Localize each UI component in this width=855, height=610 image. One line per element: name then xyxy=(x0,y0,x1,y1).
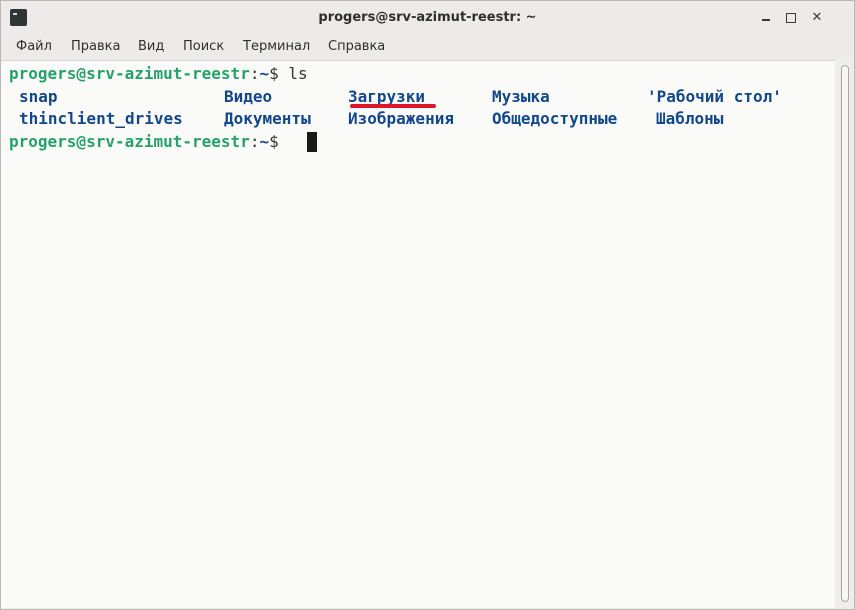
dir-entry: Изображения xyxy=(348,109,454,128)
dir-entry: Шаблоны xyxy=(656,109,724,128)
terminal-output[interactable]: progers@srv-azimut-reestr:~$ ls snap Вид… xyxy=(1,60,835,608)
prompt-user: progers@srv-azimut-reestr xyxy=(9,64,250,83)
menu-bar: Файл Правка Вид Поиск Терминал Справка xyxy=(1,35,854,59)
maximize-icon xyxy=(786,13,796,23)
prompt-sign: $ xyxy=(269,64,289,83)
command-line: progers@srv-azimut-reestr:~$ ls xyxy=(9,64,308,84)
menu-view[interactable]: Вид xyxy=(138,39,164,54)
scrollbar[interactable] xyxy=(835,60,854,607)
maximize-button[interactable] xyxy=(782,9,800,27)
text-cursor xyxy=(307,132,317,152)
window-title: progers@srv-azimut-reestr: ~ xyxy=(318,10,537,25)
dir-entry: Музыка xyxy=(492,87,550,106)
prompt-path: ~ xyxy=(259,64,270,83)
scrollbar-track[interactable] xyxy=(841,65,849,602)
prompt-line: progers@srv-azimut-reestr:~$ xyxy=(9,132,288,152)
prompt-user: progers@srv-azimut-reestr xyxy=(9,132,250,151)
menu-file[interactable]: Файл xyxy=(16,39,52,54)
dir-entry: Общедоступные xyxy=(492,109,618,128)
dir-entry: snap xyxy=(19,87,58,106)
terminal-window: progers@srv-azimut-reestr: ~ ✕ Файл Прав… xyxy=(0,0,855,610)
title-bar[interactable]: progers@srv-azimut-reestr: ~ ✕ xyxy=(1,1,854,35)
close-button[interactable]: ✕ xyxy=(808,9,826,27)
menu-terminal[interactable]: Терминал xyxy=(243,39,310,54)
dir-entry: 'Рабочий стол' xyxy=(647,87,782,106)
prompt-sign: $ xyxy=(269,132,289,151)
minimize-icon xyxy=(762,19,770,21)
menu-help[interactable]: Справка xyxy=(328,39,385,54)
prompt-path: ~ xyxy=(259,132,270,151)
menu-search[interactable]: Поиск xyxy=(183,39,224,54)
dir-entry: Документы xyxy=(224,109,311,128)
dir-entry: thinclient_drives xyxy=(19,109,183,128)
red-underline-annotation xyxy=(350,104,436,108)
dir-entry: Видео xyxy=(224,87,273,106)
menu-edit[interactable]: Правка xyxy=(71,39,120,54)
minimize-button[interactable] xyxy=(757,9,775,27)
command-text: ls xyxy=(288,64,308,83)
